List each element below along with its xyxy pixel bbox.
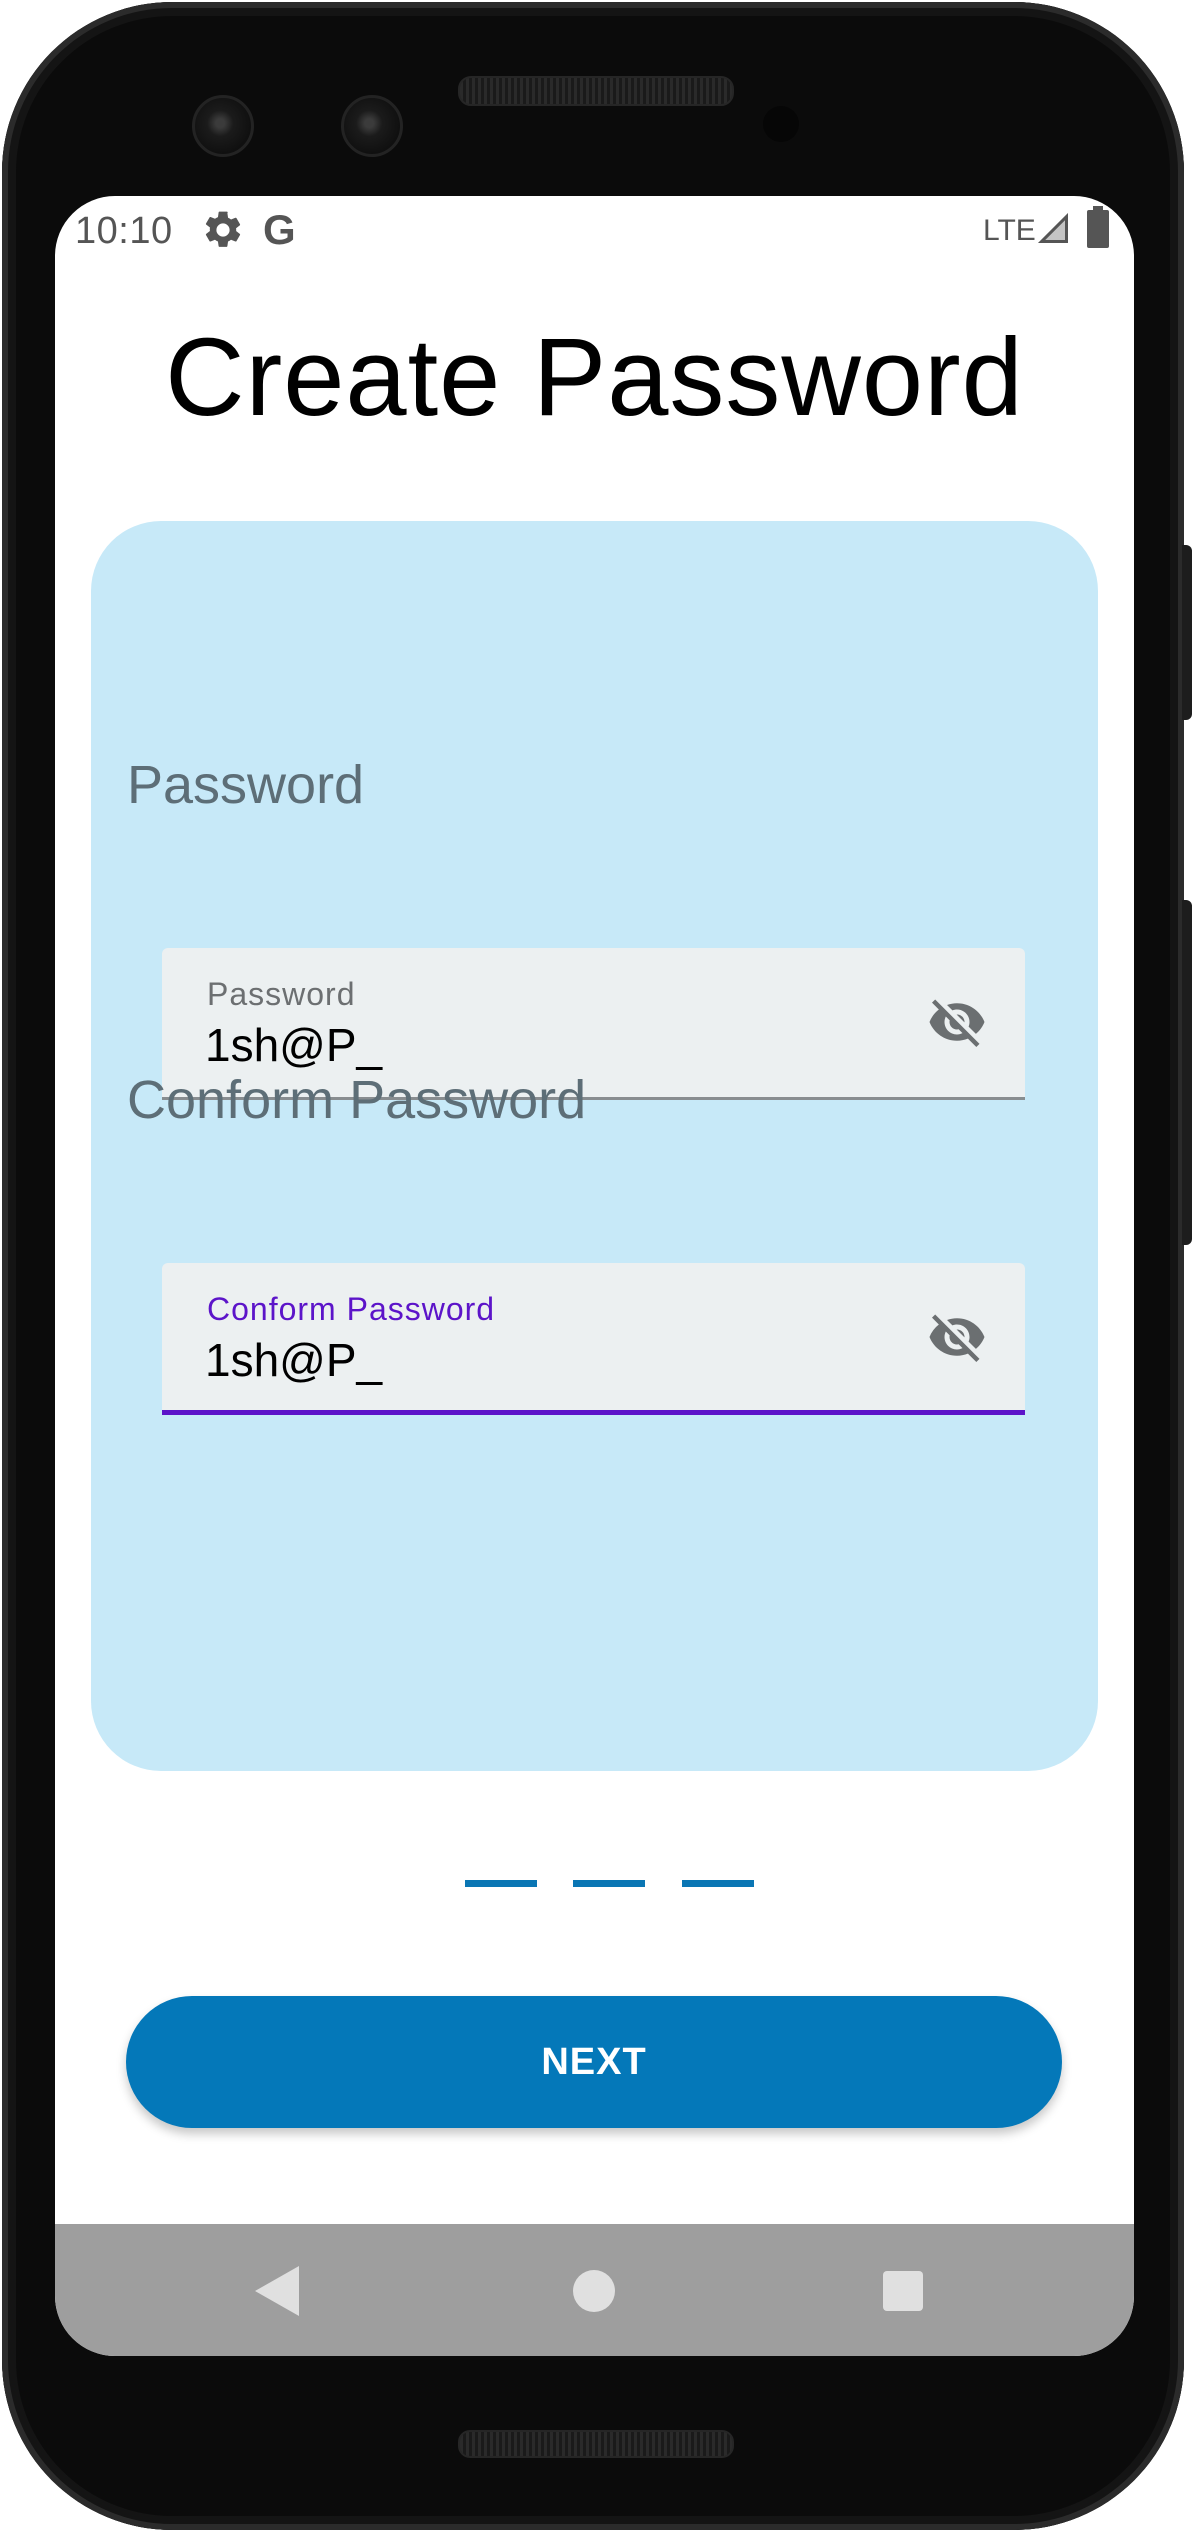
volume-button: [1182, 900, 1192, 1245]
proximity-sensor: [763, 106, 799, 142]
screen: 10:10 G LTE Create Password Password Pas…: [55, 196, 1134, 2356]
front-camera-icon: [192, 95, 254, 157]
password-input[interactable]: [205, 1018, 855, 1072]
google-icon: G: [263, 206, 296, 253]
confirm-password-section-label: Conform Password: [127, 1070, 587, 1130]
network-type: LTE: [983, 214, 1036, 247]
power-button: [1182, 545, 1192, 720]
battery-icon: [1087, 206, 1109, 248]
page-title: Create Password: [165, 316, 1024, 439]
gear-icon: [205, 211, 241, 247]
confirm-password-floating-label: Conform Password: [207, 1291, 496, 1327]
back-icon[interactable]: [255, 2266, 299, 2316]
page-indicator-dash[interactable]: [465, 1880, 537, 1887]
home-icon[interactable]: [573, 2270, 615, 2312]
system-nav-bar: [55, 2224, 1134, 2356]
password-floating-label: Password: [207, 976, 356, 1012]
next-button[interactable]: NEXT: [126, 1996, 1062, 2128]
front-camera-icon: [341, 95, 403, 157]
page-indicator-dash[interactable]: [682, 1880, 754, 1887]
confirm-password-field[interactable]: Conform Password: [162, 1263, 1025, 1415]
earpiece-speaker: [458, 76, 734, 106]
password-section-label: Password: [127, 755, 365, 815]
recents-icon[interactable]: [883, 2271, 923, 2311]
status-bar: 10:10 G LTE: [55, 196, 1134, 266]
bottom-speaker: [458, 2430, 734, 2458]
eye-off-icon[interactable]: [924, 992, 990, 1052]
page-indicator-dash[interactable]: [573, 1880, 645, 1887]
phone-frame: 10:10 G LTE Create Password Password Pas…: [0, 0, 1194, 2532]
confirm-password-input[interactable]: [205, 1333, 855, 1387]
password-form-card: [91, 521, 1098, 1771]
eye-off-icon[interactable]: [924, 1307, 990, 1367]
status-time: 10:10: [75, 210, 173, 252]
signal-icon: [1038, 213, 1068, 243]
